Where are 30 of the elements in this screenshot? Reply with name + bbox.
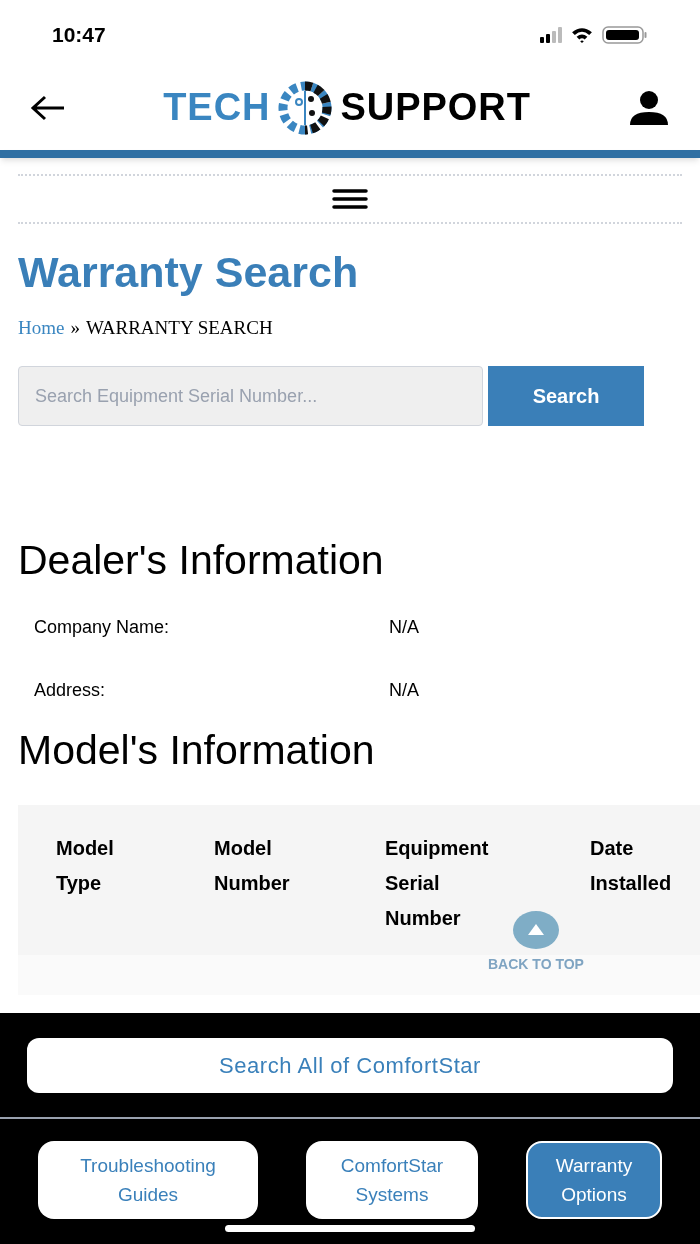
field-label: Address:	[34, 678, 107, 702]
breadcrumb-link[interactable]: Home	[18, 313, 65, 343]
nav-tab[interactable]: Troubleshooting Guides	[38, 1141, 258, 1219]
wifi-icon	[570, 25, 594, 44]
signal-icon	[540, 26, 562, 43]
logo-text: TECH	[163, 85, 271, 130]
back-arrow-icon[interactable]	[30, 93, 66, 122]
column-heading: Model Number	[214, 836, 291, 897]
status-time: 10:47	[52, 21, 106, 48]
nav-tab[interactable]: Warranty Options	[526, 1141, 662, 1219]
field-value: N/A	[389, 615, 419, 639]
user-icon[interactable]	[628, 89, 670, 126]
search-all-button[interactable]: Search All of ComfortStar	[27, 1038, 673, 1093]
field-label: Company Name:	[34, 615, 171, 639]
section-heading: Dealer's Information	[18, 536, 385, 586]
breadcrumb-separator: »	[70, 315, 80, 340]
nav-tab[interactable]: ComfortStar Systems	[306, 1141, 478, 1219]
logo-text: SUPPORT	[340, 85, 531, 130]
menu-icon[interactable]	[332, 188, 368, 210]
field-value: N/A	[389, 678, 419, 702]
column-heading: Date Installed	[590, 836, 673, 897]
breadcrumb-current: WARRANTY SEARCH	[85, 315, 273, 340]
section-heading: Model's Information	[18, 725, 376, 775]
back-to-top-label[interactable]: BACK TO TOP	[488, 954, 584, 975]
column-heading: Equipment Serial Number	[385, 836, 490, 932]
search-button[interactable]: Search	[488, 366, 644, 427]
search-field[interactable]: Search Equipment Serial Number...	[18, 366, 483, 427]
page-title: Warranty Search	[18, 247, 360, 298]
battery-icon	[602, 25, 648, 44]
column-heading: Model Type	[56, 836, 115, 897]
